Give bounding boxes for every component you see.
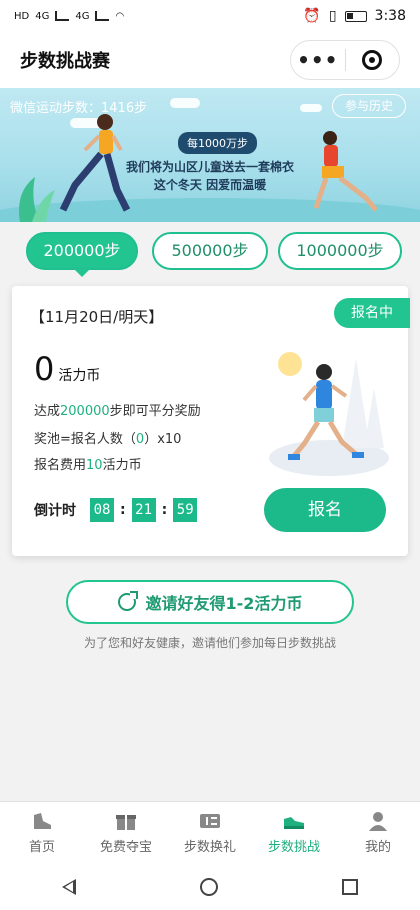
history-button[interactable]: 参与历史	[331, 94, 406, 118]
status-bar: HD 4G 4G ◠ ⏰ ▯ 3:38	[0, 0, 420, 32]
signup-button[interactable]: 报名	[264, 488, 386, 532]
hero-banner: 微信运动步数：1416步 参与历史 每1000万步 我们将为山区儿童送去一套棉衣…	[0, 88, 420, 222]
invite-button[interactable]: 邀请好友得1-2活力币	[66, 580, 354, 624]
runner-illustration	[269, 352, 389, 476]
banner-line-2: 这个冬天 因爱而温暖	[153, 178, 267, 192]
fee-text: 报名费用10活力币	[34, 454, 142, 473]
nav-label-challenge: 步数挑战	[267, 839, 320, 855]
wechat-steps-label: 微信运动步数：1416步	[10, 101, 148, 116]
banner-line-1: 我们将为山区儿童送去一套棉衣	[125, 160, 294, 174]
nav-item-profile[interactable]: 我的	[336, 802, 420, 863]
recents-icon[interactable]	[342, 878, 358, 895]
sneaker-icon	[284, 816, 304, 829]
countdown-colon: :	[120, 502, 126, 518]
countdown-hours: 08	[90, 498, 114, 522]
invite-subtitle: 为了您和好友健康，邀请他们参加每日步数挑战	[83, 636, 336, 650]
nav-item-challenge[interactable]: 步数挑战	[252, 802, 336, 863]
target-icon	[362, 50, 383, 70]
tab-500000[interactable]: 500000步	[152, 232, 268, 270]
tab-200000[interactable]: 200000步	[26, 232, 138, 277]
coins-display: 0 活力币	[34, 350, 100, 388]
coins-value: 0	[34, 350, 55, 388]
banner-pill: 每1000万步	[178, 132, 257, 154]
gift-icon	[116, 814, 136, 830]
rule-prefix: 达成	[34, 404, 61, 419]
close-miniapp-button[interactable]	[345, 50, 399, 70]
ticket-icon	[200, 813, 220, 828]
signal-badge-1: 4G	[35, 10, 50, 22]
hd-badge: HD	[14, 10, 30, 22]
status-time: 3:38	[374, 8, 406, 24]
more-dots-icon[interactable]: •••	[291, 40, 345, 80]
battery-icon	[344, 10, 367, 22]
pool-suffix: ）x10	[144, 432, 182, 447]
rule-text: 达成200000步即可平分奖励	[34, 400, 201, 419]
user-icon	[369, 811, 387, 831]
pool-prefix: 奖池=报名人数（	[34, 432, 136, 447]
status-left: HD 4G 4G ◠	[14, 11, 124, 22]
challenge-date: 【11月20日/明天】	[30, 308, 164, 326]
nav-item-home[interactable]: 首页	[0, 802, 84, 863]
pool-text: 奖池=报名人数（0）x10	[34, 428, 181, 447]
alarm-icon: ⏰	[303, 8, 321, 24]
coins-unit: 活力币	[58, 368, 101, 384]
countdown-minutes: 21	[131, 498, 156, 522]
status-right: ⏰ ▯ 3:38	[303, 8, 406, 24]
invite-label: 邀请好友得1-2活力币	[145, 594, 303, 613]
countdown-colon: :	[161, 502, 168, 518]
fee-prefix: 报名费用	[34, 458, 87, 473]
signal-badge-2: 4G	[75, 10, 90, 22]
nav-item-exchange[interactable]: 步数换礼	[168, 802, 252, 863]
challenge-card: 【11月20日/明天】 报名中 0 活力币 达成200000步即可平分奖励 奖池…	[12, 286, 410, 556]
fee-amount: 10	[86, 458, 103, 473]
home-icon[interactable]	[200, 877, 218, 896]
status-badge: 报名中	[334, 298, 410, 328]
signal-icon	[55, 11, 70, 21]
wifi-icon: ◠	[115, 10, 125, 22]
tab-1000000[interactable]: 1000000步	[278, 232, 402, 270]
page-title: 步数挑战赛	[20, 51, 110, 72]
nav-label-home: 首页	[28, 839, 55, 855]
signal-icon-2	[95, 11, 110, 21]
vibrate-icon: ▯	[328, 8, 337, 24]
countdown-label: 倒计时	[34, 503, 76, 519]
nav-label-profile: 我的	[364, 839, 391, 855]
bottom-nav: 首页 免费夺宝 步数换礼 步数挑战 我的	[0, 801, 420, 863]
nav-item-treasure[interactable]: 免费夺宝	[84, 802, 168, 863]
nav-label-exchange: 步数换礼	[183, 839, 236, 855]
challenge-tabs: 200000步 500000步 1000000步	[0, 232, 420, 277]
nav-label-treasure: 免费夺宝	[99, 839, 152, 855]
nav-bar: 步数挑战赛 •••	[0, 32, 420, 88]
cloud-decoration	[170, 98, 200, 108]
share-icon	[117, 591, 138, 611]
countdown-seconds: 59	[173, 498, 198, 522]
fee-suffix: 活力币	[102, 458, 142, 473]
rule-steps: 200000	[60, 404, 110, 419]
system-nav-bar	[0, 863, 420, 910]
cloud-decoration	[300, 104, 322, 112]
countdown: 倒计时 08 : 21 : 59	[34, 498, 198, 522]
miniapp-capsule: •••	[290, 40, 400, 80]
rule-suffix: 步即可平分奖励	[109, 404, 201, 419]
back-icon[interactable]	[62, 878, 76, 895]
shoe-icon	[34, 812, 51, 829]
pool-count: 0	[135, 432, 145, 447]
